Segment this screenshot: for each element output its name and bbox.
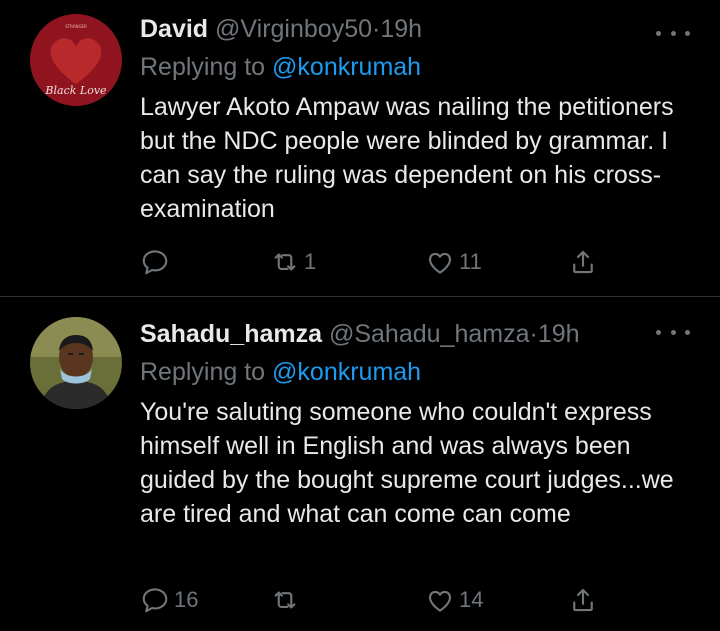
tweet-text: You're saluting someone who couldn't exp…	[140, 398, 674, 528]
more-options-icon[interactable]	[656, 325, 690, 339]
share-icon	[573, 588, 593, 612]
replying-prefix: Replying to	[140, 53, 266, 81]
retweet-icon	[274, 591, 296, 609]
display-name[interactable]: Sahadu_hamza	[140, 320, 322, 348]
like-button[interactable]: 11	[425, 245, 482, 279]
like-count: 11	[459, 249, 482, 274]
tweet[interactable]: Sahadu_hamza @Sahadu_hamza·19h Replying …	[0, 297, 720, 631]
reply-button[interactable]	[140, 245, 174, 279]
mention-link[interactable]: @konkrumah	[272, 53, 421, 81]
share-button[interactable]	[568, 583, 598, 617]
heart-icon	[428, 252, 452, 274]
tweet-actions: 1 11	[140, 245, 610, 279]
separator: ·	[529, 320, 538, 348]
share-button[interactable]	[568, 245, 598, 279]
avatar-image	[30, 317, 122, 409]
tweet[interactable]: STRANGER Black Love David @Virginboy50·1…	[0, 0, 720, 296]
svg-text:STRANGER: STRANGER	[65, 24, 87, 29]
tweet-text: Lawyer Akoto Ampaw was nailing the petit…	[140, 93, 674, 223]
user-handle[interactable]: @Sahadu_hamza	[329, 320, 530, 348]
user-handle[interactable]: @Virginboy50	[215, 15, 372, 43]
avatar[interactable]	[30, 317, 122, 409]
retweet-icon	[274, 253, 296, 271]
tweet-header: Sahadu_hamza @Sahadu_hamza·19h	[140, 317, 680, 351]
display-name[interactable]: David	[140, 15, 208, 43]
like-button[interactable]: 14	[425, 583, 483, 617]
tweet-actions: 16 14	[140, 583, 610, 617]
reply-count: 16	[174, 587, 199, 612]
replying-to: Replying to @konkrumah	[140, 50, 680, 84]
tweet-header: David @Virginboy50·19h	[140, 12, 680, 46]
retweet-count: 1	[304, 249, 317, 274]
timestamp[interactable]: 19h	[538, 320, 580, 348]
timestamp[interactable]: 19h	[380, 15, 422, 43]
replying-prefix: Replying to	[140, 358, 266, 386]
mention-link[interactable]: @konkrumah	[272, 358, 421, 386]
reply-button[interactable]: 16	[140, 583, 198, 617]
reply-icon	[142, 250, 168, 275]
reply-icon	[142, 588, 168, 613]
retweet-button[interactable]	[270, 583, 304, 617]
heart-icon	[428, 590, 452, 612]
avatar-image: STRANGER Black Love	[30, 14, 122, 106]
more-options-icon[interactable]	[656, 26, 690, 40]
avatar[interactable]: STRANGER Black Love	[30, 14, 122, 106]
retweet-button[interactable]: 1	[270, 245, 316, 279]
like-count: 14	[459, 587, 484, 612]
share-icon	[573, 250, 593, 274]
replying-to: Replying to @konkrumah	[140, 355, 680, 389]
avatar-signature: Black Love	[44, 84, 107, 97]
